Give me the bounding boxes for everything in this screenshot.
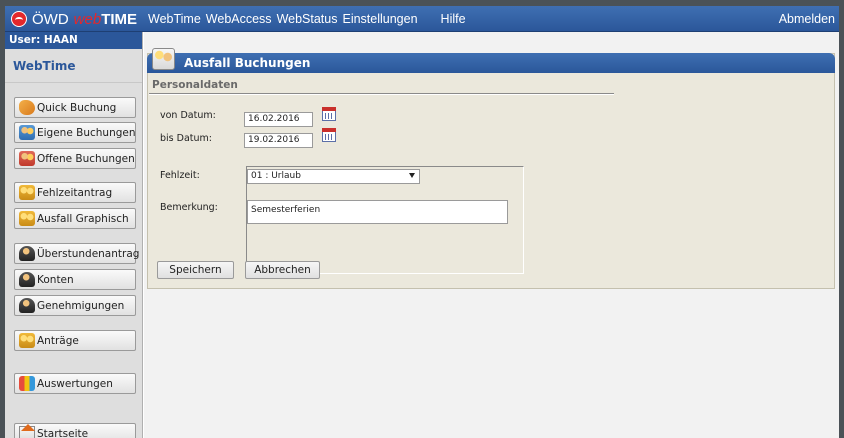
fehlzeit-label: Fehlzeit: [160,170,200,181]
hand-icon [19,100,35,115]
calendar-icon[interactable] [322,128,336,142]
people-icon [152,48,175,70]
fehlzeitantrag-button[interactable]: Fehlzeitantrag [14,182,136,203]
offene-buchungen-button[interactable]: Offene Buchungen [14,148,136,169]
sidebar-title: WebTime [5,49,142,83]
bis-datum-input[interactable]: 19.02.2016 [244,133,313,148]
people-red-icon [19,151,35,166]
panel-title: Ausfall Buchungen [184,56,311,70]
speichern-button[interactable]: Speichern [157,261,234,279]
menu-item-webaccess[interactable]: WebAccess [206,12,272,26]
person-icon [19,246,35,261]
owd-logo-icon [11,11,27,27]
main-content: Ausfall Buchungen Personaldaten von Datu… [144,32,839,438]
menu-item-webstatus[interactable]: WebStatus [277,12,338,26]
fehlzeit-select[interactable]: 01 : Urlaub [247,169,420,184]
quick-buchung-button[interactable]: Quick Buchung [14,97,136,118]
brand-owd-text: ÖWD [32,10,69,28]
startseite-button[interactable]: Startseite [14,423,136,438]
dropdown-arrow-icon [409,173,415,178]
current-user: User: HAAN [5,32,142,49]
menu-item-einstellungen[interactable]: Einstellungen [342,12,417,26]
main-menu: WebTime WebAccess WebStatus Einstellunge… [148,6,471,32]
people-icon [19,333,35,348]
brand-logo: ÖWD web TIME [11,9,137,29]
menu-item-webtime[interactable]: WebTime [148,12,201,26]
genehmigungen-button[interactable]: Genehmigungen [14,295,136,316]
people-icon [19,211,35,226]
startseite-label: Startseite [37,427,89,438]
eigene-buchungen-label: Eigene Buchungen [37,126,136,139]
section-divider [149,93,614,95]
people-gold-icon [19,185,35,200]
genehmigungen-label: Genehmigungen [37,299,125,312]
ausfall-graphisch-button[interactable]: Ausfall Graphisch [14,208,136,229]
auswertungen-button[interactable]: Auswertungen [14,373,136,394]
house-icon [19,424,35,438]
auswertungen-label: Auswertungen [37,377,113,390]
shapes-icon [19,376,35,391]
antraege-label: Anträge [37,334,79,347]
ausfall-graphisch-label: Ausfall Graphisch [37,212,129,225]
calendar-icon[interactable] [322,107,336,121]
offene-buchungen-label: Offene Buchungen [37,152,135,165]
brand-web-text: web [73,10,102,28]
person-icon [19,298,35,313]
antraege-button[interactable]: Anträge [14,330,136,351]
top-navigation-bar: ÖWD web TIME WebTime WebAccess WebStatus… [5,6,839,32]
bis-datum-label: bis Datum: [160,133,212,144]
konten-label: Konten [37,273,74,286]
menu-item-hilfe[interactable]: Hilfe [441,12,466,26]
people-icon [19,125,35,140]
bemerkung-label: Bemerkung: [160,202,218,213]
von-datum-label: von Datum: [160,110,216,121]
quick-buchung-label: Quick Buchung [37,101,117,114]
bemerkung-input[interactable]: Semesterferien [247,200,508,224]
von-datum-input[interactable]: 16.02.2016 [244,112,313,127]
abbrechen-button[interactable]: Abbrechen [245,261,320,279]
person-icon [19,272,35,287]
fehlzeitantrag-label: Fehlzeitantrag [37,186,113,199]
section-title: Personaldaten [152,79,238,91]
brand-time-text: TIME [101,10,138,28]
ueberstundenantrag-label: Überstundenantrag [37,247,140,260]
ueberstundenantrag-button[interactable]: Überstundenantrag [14,243,140,264]
sidebar: User: HAAN WebTime Quick Buchung Eigene … [5,32,143,438]
fehlzeit-selected-value: 01 : Urlaub [251,171,301,181]
konten-button[interactable]: Konten [14,269,136,290]
logout-link[interactable]: Abmelden [779,6,835,32]
app-window: ÖWD web TIME WebTime WebAccess WebStatus… [5,6,839,438]
eigene-buchungen-button[interactable]: Eigene Buchungen [14,122,136,143]
panel-header: Ausfall Buchungen [147,48,835,73]
